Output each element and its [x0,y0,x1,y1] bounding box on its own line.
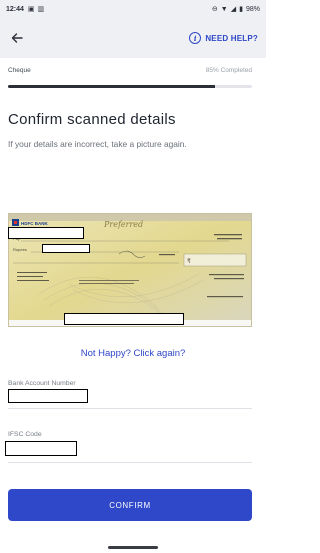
back-button[interactable] [8,29,26,47]
arrow-left-icon [11,33,23,43]
status-left-icons: ▣ ▥ [28,6,44,13]
info-icon: i [189,32,202,44]
divider [8,462,252,463]
status-bar: 12:44 ▣ ▥ ⊖ ▼ ◢ ▮ 98% [0,0,266,18]
ifsc-code-value [5,441,77,456]
rupee-symbol: ₹ [187,258,191,265]
retake-photo-link[interactable]: Not Happy? Click again? [0,348,266,359]
account-number-label: Bank Account Number [8,380,76,387]
app-bar: i NEED HELP? [0,18,266,58]
account-number-value [8,389,88,403]
divider [8,408,252,409]
wifi-icon: ▼ [220,5,228,13]
need-help-label: NEED HELP? [205,33,258,43]
page-subtitle: If your details are incorrect, take a pi… [8,139,187,149]
bank-name: HDFC BANK [21,221,48,226]
battery-percent: 98% [245,5,260,13]
dnd-icon: ⊖ [211,5,218,13]
rupees-label: Rupees [13,247,27,252]
signal-icon: ▥ [37,5,45,13]
redacted-box [8,227,84,239]
confirm-button[interactable]: CONFIRM [8,489,252,521]
need-help-button[interactable]: i NEED HELP? [189,32,258,44]
ifsc-code-label: IFSC Code [8,431,42,438]
page-title: Confirm scanned details [8,111,176,128]
status-right-icons: ⊖ ▼ ◢ ▮ 98% [212,6,260,13]
redacted-box [42,244,90,253]
battery-icon: ▮ [239,5,243,13]
status-time: 12:44 [6,5,24,13]
cell-signal-icon: ◢ [230,5,237,13]
main-card: Cheque 85% Completed Confirm scanned det… [0,58,266,553]
home-indicator [108,546,158,549]
cheque-watermark-script: Preferred [103,220,143,229]
redacted-box [64,313,184,325]
gallery-icon: ▣ [27,5,35,13]
progress-bar-fill [8,85,216,88]
progress-percent-label: 85% Completed [205,67,252,74]
progress-bar [8,85,252,88]
progress-header: Cheque 85% Completed [8,67,252,74]
progress-step-label: Cheque [8,67,31,74]
bank-logo: HDFC BANK [12,219,48,226]
